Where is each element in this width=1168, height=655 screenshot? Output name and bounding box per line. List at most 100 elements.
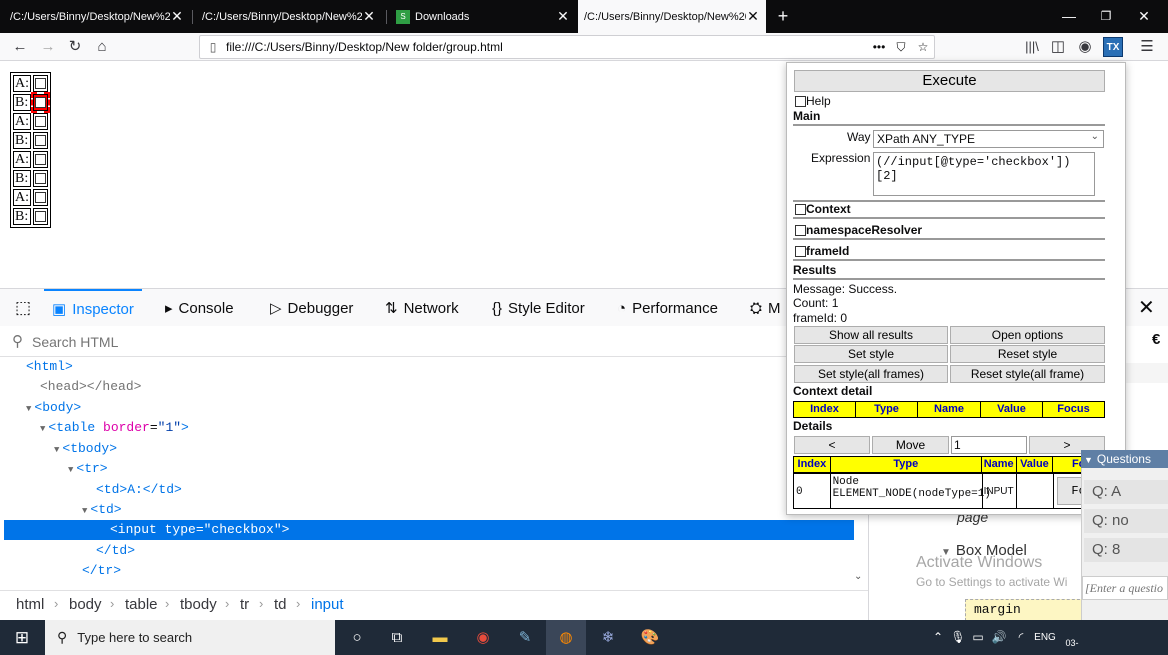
close-tab-icon[interactable]: ✕ xyxy=(746,8,760,25)
node-td[interactable]: ▼ <td> xyxy=(82,500,122,520)
breadcrumb-item[interactable]: tbody xyxy=(180,596,217,613)
breadcrumb-item-current[interactable]: input xyxy=(311,596,344,613)
expand-triangle-icon[interactable]: ▼ xyxy=(68,465,73,475)
expand-triangle-icon[interactable]: ▼ xyxy=(82,506,87,516)
tab-performance[interactable]: ◔ Performance xyxy=(617,289,718,327)
tray-chevron-icon[interactable]: ⌃ xyxy=(928,620,948,655)
app-icon[interactable]: ❄ xyxy=(588,620,628,655)
page-actions-icon[interactable]: ••• xyxy=(868,40,890,54)
page-info-icon[interactable]: ▯ xyxy=(200,40,226,54)
task-view-icon[interactable]: ⧉ xyxy=(377,620,417,655)
highlighted-checkbox[interactable] xyxy=(35,97,46,109)
taskbar-search[interactable]: ⚲ Type here to search xyxy=(45,620,335,655)
frameid-checkbox[interactable] xyxy=(795,246,806,258)
browser-tab-downloads[interactable]: S Downloads ✕ xyxy=(390,3,576,30)
node-html[interactable]: <html> xyxy=(26,357,73,377)
checkbox[interactable] xyxy=(35,154,46,166)
breadcrumb-item[interactable]: td xyxy=(274,596,287,613)
side-panel-overflow-icon[interactable]: € xyxy=(1152,331,1160,348)
tab-memory[interactable]: ⛭ M xyxy=(750,289,781,327)
execute-button[interactable]: Execute xyxy=(794,70,1105,92)
restore-button[interactable]: ❐ xyxy=(1094,4,1118,28)
reload-icon[interactable]: ↻ xyxy=(65,37,85,57)
node-tr[interactable]: ▼ <tr> xyxy=(68,459,108,479)
search-input[interactable] xyxy=(32,331,432,353)
menu-icon[interactable]: ☰ xyxy=(1137,37,1157,57)
tab-style-editor[interactable]: {} Style Editor xyxy=(492,289,585,327)
element-picker-icon[interactable]: ⬚ xyxy=(12,289,40,327)
close-window-button[interactable]: ✕ xyxy=(1132,4,1156,28)
url-bar[interactable]: ▯ file:///C:/Users/Binny/Desktop/New fol… xyxy=(199,35,935,59)
pocket-icon[interactable]: ⛉ xyxy=(890,40,912,55)
move-index-input[interactable]: 1 xyxy=(951,436,1027,454)
volume-icon[interactable]: 🔊 xyxy=(988,620,1010,655)
clock-date[interactable]: 03- xyxy=(1060,620,1084,655)
library-icon[interactable]: |||\ xyxy=(1022,37,1042,57)
checkbox[interactable] xyxy=(35,192,46,204)
microphone-icon[interactable]: 🎙 xyxy=(948,620,968,655)
way-select[interactable]: XPath ANY_TYPE ⌄ xyxy=(873,130,1104,148)
close-devtools-icon[interactable]: ✕ xyxy=(1138,295,1155,320)
notepad-icon[interactable]: ✎ xyxy=(505,620,545,655)
checkbox[interactable] xyxy=(35,78,46,90)
expand-triangle-icon[interactable]: ▼ xyxy=(26,404,31,414)
reset-style-all-frame-button[interactable]: Reset style(all frame) xyxy=(950,365,1105,383)
account-icon[interactable]: ◉ xyxy=(1075,37,1095,57)
tab-console[interactable]: ▸ Console xyxy=(165,289,234,327)
checkbox[interactable] xyxy=(35,135,46,147)
back-icon[interactable]: ← xyxy=(10,37,30,57)
url-text[interactable]: file:///C:/Users/Binny/Desktop/New folde… xyxy=(226,40,868,54)
questions-header[interactable]: ▼ Questions xyxy=(1081,450,1168,468)
question-input[interactable] xyxy=(1082,576,1168,600)
context-checkbox[interactable] xyxy=(795,204,806,216)
sidebar-icon[interactable]: ◫ xyxy=(1048,37,1068,57)
node-td-text[interactable]: <td>A:</td> xyxy=(96,480,182,500)
close-tab-icon[interactable]: ✕ xyxy=(170,8,184,25)
browser-tab-active[interactable]: /C:/Users/Binny/Desktop/New%20f ✕ xyxy=(578,0,766,33)
breadcrumb-item[interactable]: body xyxy=(69,596,102,613)
namespace-checkbox[interactable] xyxy=(795,225,806,237)
reset-style-button[interactable]: Reset style xyxy=(950,345,1105,363)
breadcrumb-item[interactable]: tr xyxy=(240,596,249,613)
chrome-icon[interactable]: ◉ xyxy=(463,620,503,655)
node-input-selected[interactable]: <input type="checkbox"> xyxy=(110,520,289,540)
set-style-button[interactable]: Set style xyxy=(794,345,948,363)
battery-icon[interactable]: ▭ xyxy=(968,620,988,655)
tab-network[interactable]: ⇅ Network xyxy=(385,289,459,327)
language-indicator[interactable]: ENG xyxy=(1032,620,1058,655)
tab-debugger[interactable]: ▷ Debugger xyxy=(270,289,353,327)
help-checkbox[interactable] xyxy=(795,96,806,108)
firefox-icon[interactable]: ◍ xyxy=(546,620,586,655)
breadcrumb-item[interactable]: html xyxy=(16,596,44,613)
browser-tab-2[interactable]: /C:/Users/Binny/Desktop/New%20f ✕ xyxy=(196,3,382,30)
node-tbody[interactable]: ▼ <tbody> xyxy=(54,439,117,459)
new-tab-button[interactable]: + xyxy=(771,4,795,28)
help-checkbox-row[interactable]: Help xyxy=(795,94,831,108)
expand-triangle-icon[interactable]: ▼ xyxy=(54,445,59,455)
cortana-icon[interactable]: ○ xyxy=(337,620,377,655)
node-body[interactable]: ▼ <body> xyxy=(26,398,81,418)
prev-button[interactable]: < xyxy=(794,436,870,454)
close-tab-icon[interactable]: ✕ xyxy=(556,8,570,25)
checkbox[interactable] xyxy=(35,116,46,128)
file-explorer-icon[interactable]: ▬ xyxy=(420,620,460,655)
checkbox[interactable] xyxy=(35,211,46,223)
minimize-button[interactable]: — xyxy=(1057,4,1081,28)
set-style-all-frames-button[interactable]: Set style(all frames) xyxy=(794,365,948,383)
node-table[interactable]: ▼ <table border="1"> xyxy=(40,418,189,438)
context-checkbox-row[interactable]: Context xyxy=(795,202,851,216)
move-button[interactable]: Move xyxy=(872,436,949,454)
windows-start-icon[interactable]: ⊞ xyxy=(2,620,42,655)
browser-tab-1[interactable]: /C:/Users/Binny/Desktop/New%20f ✕ xyxy=(4,3,190,30)
home-icon[interactable]: ⌂ xyxy=(92,37,112,57)
wifi-icon[interactable]: ◜ xyxy=(1010,620,1032,655)
question-item[interactable]: Q: no xyxy=(1084,509,1168,533)
breadcrumb-item[interactable]: table xyxy=(125,596,158,613)
tab-inspector[interactable]: ▣ Inspector xyxy=(44,289,142,327)
question-item[interactable]: Q: A xyxy=(1084,480,1168,504)
close-tab-icon[interactable]: ✕ xyxy=(362,8,376,25)
open-options-button[interactable]: Open options xyxy=(950,326,1105,344)
node-head[interactable]: <head></head> xyxy=(40,377,141,397)
show-all-results-button[interactable]: Show all results xyxy=(794,326,948,344)
expand-triangle-icon[interactable]: ▼ xyxy=(40,424,45,434)
